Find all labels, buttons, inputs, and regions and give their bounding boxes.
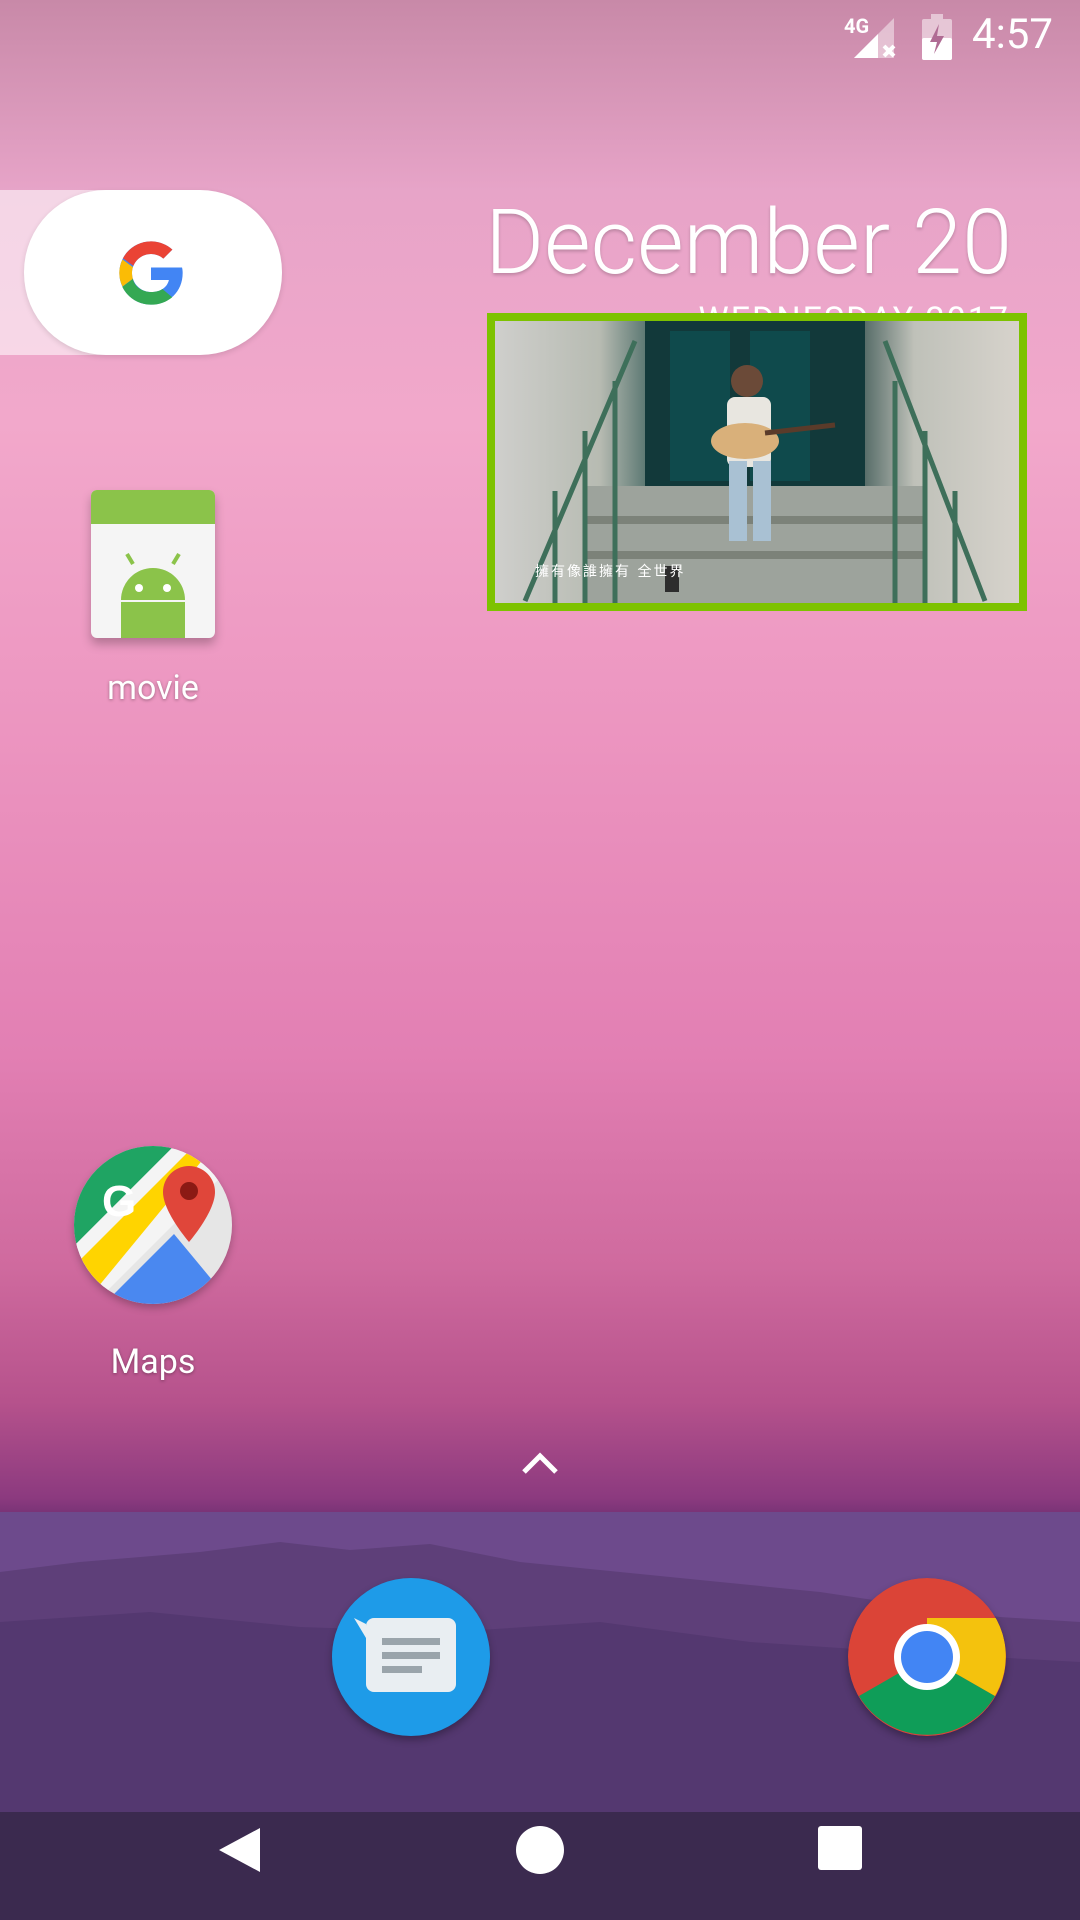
video-thumbnail[interactable]: 擁有像誰擁有 全世界	[487, 313, 1027, 611]
svg-text:G: G	[102, 1177, 136, 1226]
google-g-icon	[119, 241, 183, 305]
back-icon[interactable]	[215, 1825, 265, 1875]
app-label-movie: movie	[107, 668, 199, 708]
messages-app-icon[interactable]	[332, 1578, 490, 1736]
app-maps[interactable]: G Maps	[72, 1146, 234, 1382]
chrome-app-icon[interactable]	[848, 1578, 1006, 1736]
android-apk-icon	[91, 490, 215, 638]
status-bar: 4G 4:57	[0, 0, 1080, 72]
signal-icon	[854, 18, 896, 58]
battery-charging-icon	[922, 14, 952, 60]
clock: 4:57	[972, 10, 1053, 59]
app-label-maps: Maps	[110, 1342, 196, 1382]
app-drawer-chevron-up-icon[interactable]	[518, 1448, 562, 1480]
date-widget[interactable]: December 20	[485, 190, 1012, 295]
app-movie[interactable]: movie	[72, 490, 234, 708]
google-maps-icon: G	[74, 1146, 232, 1304]
home-button[interactable]	[516, 1826, 564, 1874]
recent-apps-button[interactable]	[818, 1826, 862, 1870]
video-frame: 擁有像誰擁有 全世界	[495, 321, 1019, 603]
video-subtitle: 擁有像誰擁有 全世界	[535, 564, 686, 580]
